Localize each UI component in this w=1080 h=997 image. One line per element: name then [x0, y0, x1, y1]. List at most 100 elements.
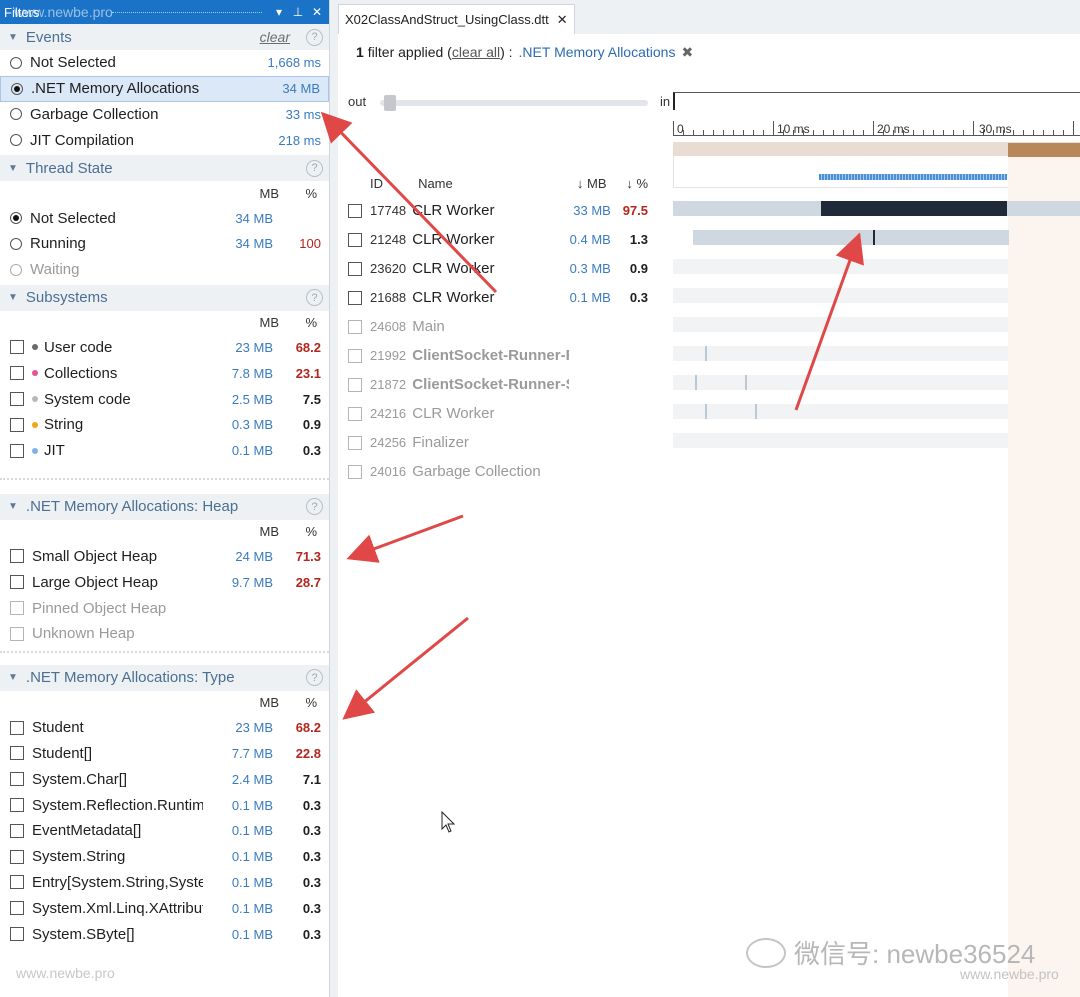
- thread-lane[interactable]: [673, 402, 1080, 431]
- radio-button[interactable]: [10, 134, 22, 147]
- thread-row[interactable]: 24256 Finalizer: [348, 428, 648, 457]
- zoom-slider-thumb[interactable]: [384, 95, 396, 111]
- type-option[interactable]: System.Reflection.Runtim... 0.1 MB 0.3: [0, 792, 329, 818]
- checkbox[interactable]: [10, 875, 24, 890]
- type-option[interactable]: System.String 0.1 MB 0.3: [0, 844, 329, 870]
- event-option[interactable]: JIT Compilation 218 ms: [0, 127, 329, 153]
- type-option[interactable]: EventMetadata[] 0.1 MB 0.3: [0, 818, 329, 844]
- thread-lane[interactable]: [673, 257, 1080, 286]
- checkbox[interactable]: [348, 319, 362, 334]
- radio-button[interactable]: [10, 263, 22, 276]
- thread-row[interactable]: 21992 ClientSocket-Runner-R...: [348, 341, 648, 370]
- radio-button[interactable]: [10, 212, 22, 225]
- checkbox[interactable]: [10, 575, 24, 590]
- checkbox[interactable]: [10, 901, 24, 916]
- close-icon[interactable]: ✕: [309, 5, 325, 19]
- help-icon[interactable]: ?: [306, 159, 323, 177]
- thread-lane[interactable]: [673, 199, 1080, 228]
- checkbox[interactable]: [348, 464, 362, 479]
- radio-button[interactable]: [11, 82, 23, 95]
- checkbox[interactable]: [10, 823, 24, 838]
- chevron-down-icon[interactable]: ▼: [8, 292, 18, 303]
- checkbox[interactable]: [348, 435, 362, 450]
- checkbox[interactable]: [10, 798, 24, 813]
- checkbox[interactable]: [10, 549, 24, 564]
- thread-state-option[interactable]: Running 34 MB 100: [0, 231, 329, 257]
- heap-option[interactable]: Large Object Heap 9.7 MB 28.7: [0, 569, 329, 595]
- thread-row[interactable]: 24608 Main: [348, 312, 648, 341]
- zoom-out-label[interactable]: out: [348, 94, 366, 109]
- type-section-header[interactable]: ▼ .NET Memory Allocations: Type ?: [0, 664, 329, 691]
- checkbox[interactable]: [10, 772, 24, 787]
- zoom-slider-track[interactable]: [380, 100, 648, 106]
- checkbox[interactable]: [348, 406, 362, 421]
- section-divider[interactable]: [0, 650, 329, 661]
- thread-lane[interactable]: [673, 286, 1080, 315]
- column-name[interactable]: Name: [418, 176, 569, 191]
- thread-row[interactable]: 24016 Garbage Collection: [348, 457, 648, 486]
- thread-row[interactable]: 23620 CLR Worker 0.3 MB 0.9: [348, 254, 648, 283]
- checkbox[interactable]: [10, 849, 24, 864]
- type-option[interactable]: System.Xml.Linq.XAttribute 0.1 MB 0.3: [0, 895, 329, 921]
- thread-lane[interactable]: [673, 373, 1080, 402]
- subsystems-option[interactable]: String 0.3 MB 0.9: [0, 412, 329, 438]
- checkbox[interactable]: [10, 392, 24, 407]
- radio-button[interactable]: [10, 56, 22, 69]
- thread-lane[interactable]: [673, 344, 1080, 373]
- thread-row[interactable]: 24216 CLR Worker: [348, 399, 648, 428]
- checkbox[interactable]: [348, 232, 362, 247]
- help-icon[interactable]: ?: [306, 289, 323, 307]
- checkbox[interactable]: [10, 340, 24, 355]
- type-option[interactable]: Entry[System.String,Syste... 0.1 MB 0.3: [0, 870, 329, 896]
- checkbox[interactable]: [348, 377, 362, 392]
- thread-row[interactable]: 21872 ClientSocket-Runner-S...: [348, 370, 648, 399]
- column-pct[interactable]: ↓ %: [607, 176, 648, 191]
- type-option[interactable]: Student[] 7.7 MB 22.8: [0, 741, 329, 767]
- event-option[interactable]: .NET Memory Allocations 34 MB: [0, 75, 329, 102]
- active-filter-name[interactable]: .NET Memory Allocations: [519, 44, 676, 60]
- thread-state-section-header[interactable]: ▼ Thread State ?: [0, 155, 329, 182]
- timeline-ruler[interactable]: 0 10 ms 20 ms 30 ms: [673, 92, 1080, 188]
- remove-filter-icon[interactable]: ✖: [681, 44, 693, 61]
- checkbox[interactable]: [10, 746, 24, 761]
- event-option[interactable]: Not Selected 1,668 ms: [0, 50, 329, 76]
- chevron-down-icon[interactable]: ▼: [8, 501, 18, 512]
- heap-option[interactable]: Pinned Object Heap: [0, 595, 329, 621]
- column-mb[interactable]: ↓ MB: [569, 176, 607, 191]
- clear-all-link[interactable]: clear all: [452, 44, 500, 60]
- checkbox[interactable]: [10, 601, 24, 616]
- chevron-down-icon[interactable]: ▼: [8, 672, 18, 683]
- dropdown-icon[interactable]: ▾: [271, 5, 287, 19]
- checkbox[interactable]: [10, 626, 24, 641]
- selected-range-marker[interactable]: [1008, 143, 1080, 157]
- subsystems-option[interactable]: JIT 0.1 MB 0.3: [0, 438, 329, 464]
- zoom-in-label[interactable]: in: [660, 94, 670, 109]
- help-icon[interactable]: ?: [306, 28, 323, 46]
- tab-document[interactable]: X02ClassAndStruct_UsingClass.dtt ✕: [338, 4, 575, 34]
- pin-icon[interactable]: ⊥: [290, 5, 306, 19]
- checkbox[interactable]: [348, 290, 362, 305]
- column-id[interactable]: ID: [348, 176, 418, 191]
- heap-section-header[interactable]: ▼ .NET Memory Allocations: Heap ?: [0, 493, 329, 520]
- thread-state-option[interactable]: Waiting: [0, 257, 329, 283]
- subsystems-option[interactable]: System code 2.5 MB 7.5: [0, 386, 329, 412]
- type-option[interactable]: System.Char[] 2.4 MB 7.1: [0, 766, 329, 792]
- help-icon[interactable]: ?: [306, 498, 323, 516]
- checkbox[interactable]: [10, 366, 24, 381]
- type-option[interactable]: Student 23 MB 68.2: [0, 715, 329, 741]
- events-section-header[interactable]: ▼ Events clear ?: [0, 24, 329, 50]
- chevron-down-icon[interactable]: ▼: [8, 163, 18, 174]
- section-divider[interactable]: [0, 477, 329, 488]
- thread-row[interactable]: 21688 CLR Worker 0.1 MB 0.3: [348, 283, 648, 312]
- chevron-down-icon[interactable]: ▼: [8, 32, 18, 43]
- events-clear-link[interactable]: clear: [260, 29, 290, 45]
- checkbox[interactable]: [10, 443, 24, 458]
- checkbox[interactable]: [10, 720, 24, 735]
- panel-splitter[interactable]: [330, 0, 338, 997]
- subsystems-option[interactable]: Collections 7.8 MB 23.1: [0, 360, 329, 386]
- thread-row[interactable]: 21248 CLR Worker 0.4 MB 1.3: [348, 225, 648, 254]
- heap-option[interactable]: Small Object Heap 24 MB 71.3: [0, 544, 329, 570]
- help-icon[interactable]: ?: [306, 669, 323, 687]
- thread-state-option[interactable]: Not Selected 34 MB: [0, 205, 329, 231]
- checkbox[interactable]: [348, 203, 362, 218]
